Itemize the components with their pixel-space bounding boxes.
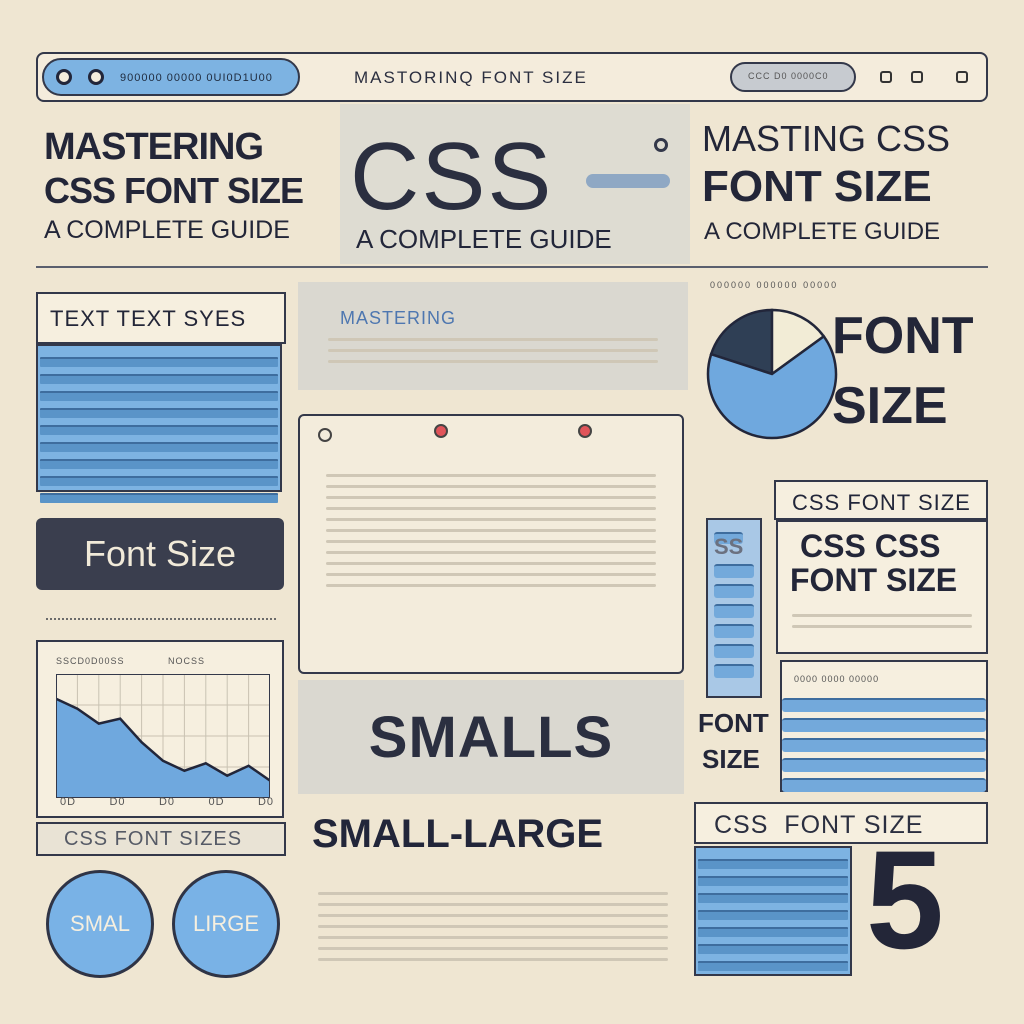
css-font-size-bottom-panel: CSS FONT SIZE bbox=[694, 802, 988, 844]
right-header-text: 000000 000000 00000 bbox=[710, 280, 839, 290]
size-label-small: SIZE bbox=[702, 744, 760, 774]
browser-bar: 900000 00000 0UI0D1U00 MASTORINQ FONT SI… bbox=[36, 52, 988, 102]
css-css-lines bbox=[792, 606, 972, 636]
bars-panel-label: 0000 0000 00000 bbox=[794, 674, 880, 684]
search-text: CCC D0 0000C0 bbox=[748, 71, 829, 81]
bell-icon[interactable] bbox=[880, 71, 892, 83]
hero-center: CSS A COMPLETE GUIDE bbox=[340, 104, 690, 264]
pin-icon bbox=[318, 428, 332, 442]
chart-tick: D0 bbox=[257, 796, 274, 808]
hero-right-line3: A COMPLETE GUIDE bbox=[704, 218, 941, 245]
chart-tick: D0 bbox=[158, 796, 176, 808]
text-sizes-title: TEXT TEXT SYES bbox=[50, 306, 247, 331]
large-button[interactable]: LIRGE bbox=[172, 870, 280, 978]
css-font-size-top-panel: CSS FONT SIZE bbox=[774, 480, 988, 520]
bars-panel-bars bbox=[782, 692, 986, 798]
smalls-panel: SMALLS bbox=[298, 680, 684, 794]
font-label-small: FONT bbox=[698, 708, 769, 738]
side-blue-table-label: SS bbox=[714, 532, 744, 559]
css-font-sizes-panel: CSS FONT SIZES bbox=[36, 822, 286, 856]
hero-css-big: CSS bbox=[350, 123, 554, 230]
pin-icon bbox=[578, 424, 592, 438]
font-size-label: FONT SIZE bbox=[790, 562, 958, 598]
chart-panel: SSCD0D00SS NOCSS bbox=[36, 640, 284, 818]
small-large-lines bbox=[318, 884, 668, 969]
page-title: MASTORINQ FONT SIZE bbox=[354, 68, 588, 87]
css-css-label: CSS CSS bbox=[800, 528, 941, 564]
css-css-panel: CSS CSS FONT SIZE bbox=[776, 520, 988, 654]
hero-left-line3: A COMPLETE GUIDE bbox=[44, 216, 290, 244]
css-slider-icon bbox=[586, 174, 670, 188]
css-font-sizes-label: CSS FONT SIZES bbox=[64, 828, 243, 850]
hero-center-sub: A COMPLETE GUIDE bbox=[356, 224, 612, 254]
pin-icon bbox=[434, 424, 448, 438]
big-number: 5 bbox=[866, 821, 944, 978]
mastering-label: MASTERING bbox=[340, 308, 457, 328]
text-sizes-panel: TEXT TEXT SYES bbox=[36, 292, 286, 344]
divider bbox=[36, 266, 988, 268]
size-label-large: SIZE bbox=[832, 377, 948, 435]
url-pill[interactable]: 900000 00000 0UI0D1U00 bbox=[42, 58, 300, 96]
tick-row bbox=[46, 610, 276, 620]
chart-tick: 0D bbox=[60, 796, 77, 808]
font-size-button[interactable]: Font Size bbox=[36, 518, 284, 590]
small-button[interactable]: SMAL bbox=[46, 870, 154, 978]
hero-left: MASTERING CSS FONT SIZE A COMPLETE GUIDE bbox=[36, 108, 336, 260]
bottom-blue-table bbox=[694, 846, 852, 976]
chart-tick: D0 bbox=[109, 796, 126, 808]
side-blue-table: SS bbox=[706, 518, 762, 698]
dot-icon[interactable] bbox=[88, 69, 104, 85]
document-panel bbox=[298, 414, 684, 674]
font-label-large: FONT bbox=[832, 307, 974, 365]
pie-chart bbox=[706, 308, 838, 440]
area-chart bbox=[56, 674, 270, 798]
mail-icon[interactable] bbox=[956, 71, 968, 83]
bars-panel: 0000 0000 00000 bbox=[780, 660, 988, 792]
text-sizes-table bbox=[36, 344, 282, 503]
mastering-lines bbox=[328, 330, 658, 371]
hero-right-line1: MASTING CSS bbox=[702, 118, 951, 159]
chart-tick-labels: 0D D0 D0 0D D0 bbox=[60, 796, 274, 812]
hero-left-line2: CSS FONT SIZE bbox=[44, 170, 304, 211]
chart-label-right: NOCSS bbox=[168, 656, 206, 666]
chart-tick: 0D bbox=[208, 796, 225, 808]
gear-icon bbox=[654, 138, 668, 152]
small-large-title: SMALL-LARGE bbox=[312, 812, 604, 856]
url-text: 900000 00000 0UI0D1U00 bbox=[120, 72, 273, 84]
dot-icon[interactable] bbox=[56, 69, 72, 85]
css-font-size-top: CSS FONT SIZE bbox=[792, 490, 971, 515]
chart-label-left: SSCD0D00SS bbox=[56, 656, 125, 666]
search-input[interactable]: CCC D0 0000C0 bbox=[730, 62, 856, 92]
hero-right-line2: FONT SIZE bbox=[702, 162, 932, 211]
menu-icon[interactable] bbox=[911, 71, 923, 83]
hero-right: MASTING CSS FONT SIZE A COMPLETE GUIDE bbox=[694, 104, 994, 264]
mastering-panel: MASTERING bbox=[298, 282, 688, 390]
document-lines bbox=[326, 466, 656, 595]
smalls-text: SMALLS bbox=[368, 704, 614, 770]
hero-left-line1: MASTERING bbox=[44, 126, 264, 168]
